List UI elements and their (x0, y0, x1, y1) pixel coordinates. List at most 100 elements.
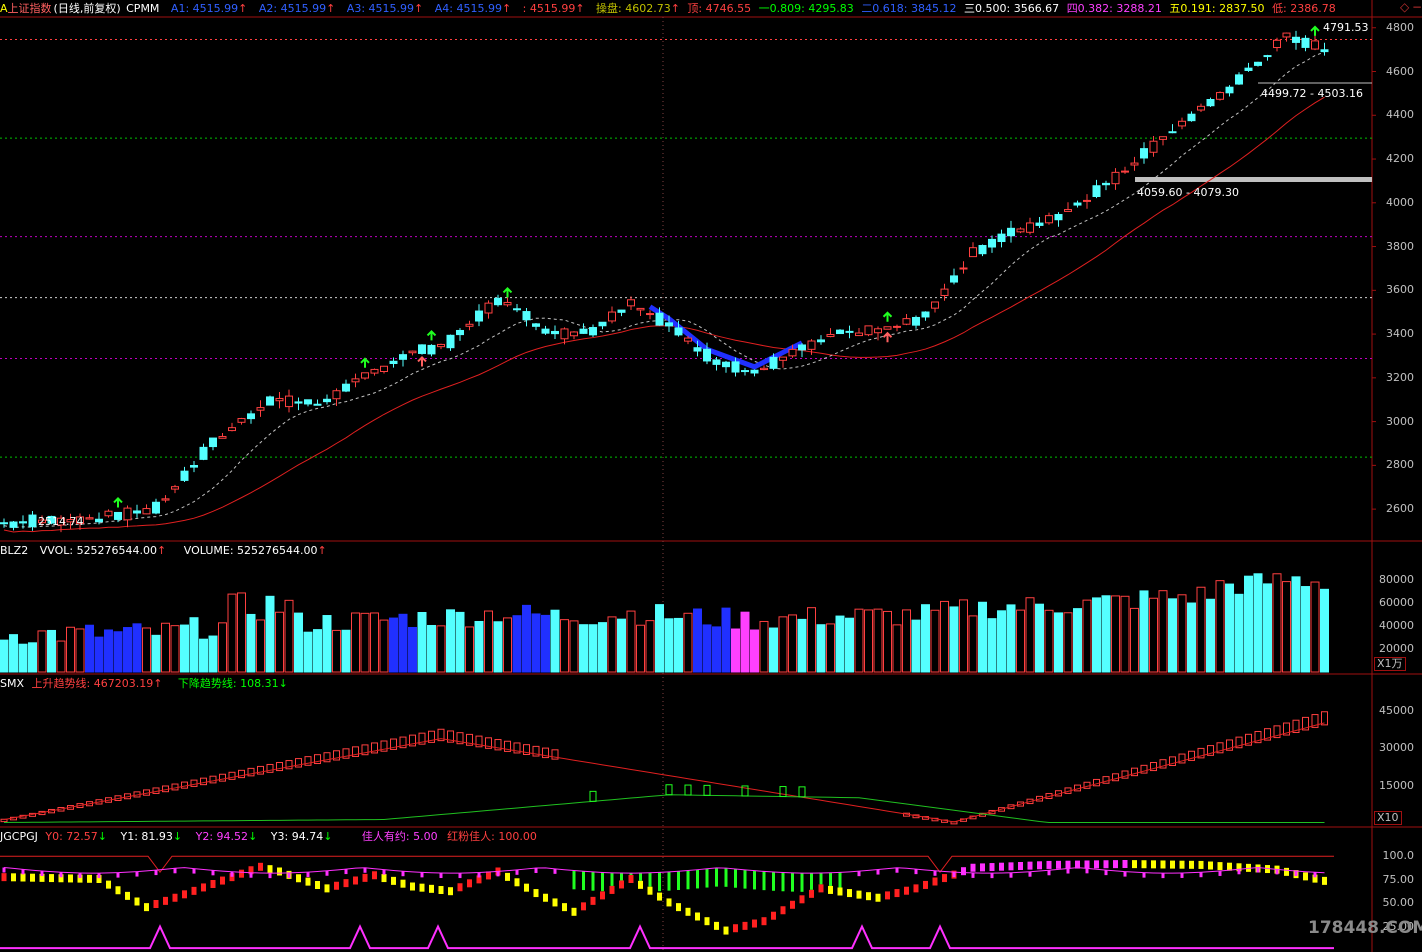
candle-body (418, 344, 426, 354)
volume-bar (550, 609, 560, 673)
up-arrow-icon: ↑ (317, 544, 327, 557)
volume-bar (455, 611, 465, 673)
volume-bar (512, 615, 522, 673)
candle-body (1187, 113, 1196, 122)
volume-bar (37, 630, 47, 673)
candle-body (304, 399, 312, 405)
candle-body (845, 330, 854, 333)
volume-bar (142, 627, 151, 673)
candle-body (627, 299, 635, 307)
jg-axis-tick: 75.00 (1382, 872, 1415, 886)
volume-panel-header: BLZ2 VVOL: 525276544.00↑ VOLUME: 5252765… (0, 543, 335, 558)
volume-bar (864, 609, 873, 673)
candle-body (85, 517, 94, 520)
volume-bar (873, 608, 883, 673)
downtrend-value: 下降趋势线: 108.31 (177, 677, 279, 690)
candle-body (1244, 67, 1253, 71)
down-arrow-icon: ↓ (278, 677, 288, 690)
candle-body (209, 437, 217, 448)
volume-value: VOLUME: 525276544.00 (183, 544, 318, 557)
volume-bar (1092, 597, 1101, 673)
candle-body (655, 312, 664, 326)
candle-body (399, 354, 407, 360)
volume-axis-tick: 80000 (1379, 572, 1414, 586)
y2-value: Y2: 94.52 (195, 830, 249, 843)
candle-body (199, 446, 208, 460)
volume-bar (1025, 597, 1035, 673)
candle-body (978, 245, 987, 255)
volume-bar (987, 618, 997, 673)
volume-bar (1215, 580, 1225, 673)
volume-axis-tick: 60000 (1379, 595, 1414, 609)
volume-bar (189, 617, 199, 673)
volume-bar (959, 599, 968, 673)
volume-bar (1139, 590, 1149, 673)
buy-signal-arrow (882, 311, 893, 322)
volume-bar (1035, 603, 1044, 673)
candle-body (171, 486, 179, 490)
volume-bar (1073, 608, 1082, 673)
volume-indicator-name[interactable]: BLZ2 (0, 544, 28, 557)
volume-bar (265, 595, 275, 673)
candle-body (1216, 92, 1224, 100)
price-axis-tick: 2600 (1386, 502, 1414, 516)
candle-body (389, 360, 398, 365)
volume-bar (531, 613, 541, 673)
candle-body (988, 238, 996, 248)
vvol-value: VVOL: 525276544.00 (39, 544, 158, 557)
volume-bar (161, 622, 170, 673)
volume-bar (579, 624, 588, 673)
candle-body (152, 501, 160, 514)
candle-body (228, 427, 236, 432)
volume-bar (588, 624, 598, 673)
downtrend-bar (665, 784, 673, 796)
volume-bar (1263, 583, 1272, 673)
volume-bar (1253, 573, 1263, 673)
volume-bar (826, 623, 835, 673)
downtrend-line (3, 794, 1325, 823)
volume-unit: X1万 (1374, 657, 1406, 671)
candle-body (342, 383, 350, 392)
volume-bar (474, 620, 484, 673)
candle-body (237, 418, 246, 423)
volume-bar (1016, 609, 1025, 673)
jg-panel-header: JGCPGJ Y0: 72.57↓ Y1: 81.93↓ Y2: 94.52↓ … (0, 829, 545, 844)
volume-bar (569, 620, 579, 673)
candle-body (123, 507, 132, 521)
jg-indicator-name[interactable]: JGCPGJ (0, 830, 38, 843)
volume-bar (370, 612, 379, 673)
volume-bar (227, 593, 237, 673)
candle-body (693, 347, 702, 352)
volume-bar (332, 629, 341, 673)
volume-axis-tick: 20000 (1379, 641, 1414, 655)
volume-bar (208, 635, 218, 673)
volume-bar (1168, 598, 1177, 673)
volume-bar (47, 629, 56, 673)
volume-bar (351, 612, 360, 673)
candle-body (161, 498, 170, 501)
volume-bar (1054, 612, 1063, 673)
volume-bar (18, 643, 28, 673)
uptrend-bar (190, 779, 198, 787)
volume-bar (769, 627, 778, 673)
candle-body (247, 413, 255, 420)
low-price-label: 2514.74 (38, 515, 84, 528)
candle-body (0, 522, 8, 525)
volume-bar (1149, 597, 1158, 673)
up-arrow-icon: ↑ (157, 544, 167, 557)
candle-body (1149, 140, 1158, 153)
candle-body (1092, 185, 1101, 197)
volume-bar (693, 608, 702, 673)
candle-body (1301, 37, 1310, 48)
volume-bar (892, 624, 902, 673)
smx-indicator-name[interactable]: SMX (0, 677, 24, 690)
candle-body (541, 328, 550, 334)
volume-bar (702, 624, 712, 673)
candle-body (1178, 120, 1186, 127)
candle-body (1320, 49, 1329, 53)
price-chart[interactable] (0, 0, 1422, 952)
candle-body (1273, 39, 1281, 49)
candle-body (969, 247, 977, 258)
volume-bar (778, 616, 788, 673)
candle-body (1073, 202, 1082, 206)
